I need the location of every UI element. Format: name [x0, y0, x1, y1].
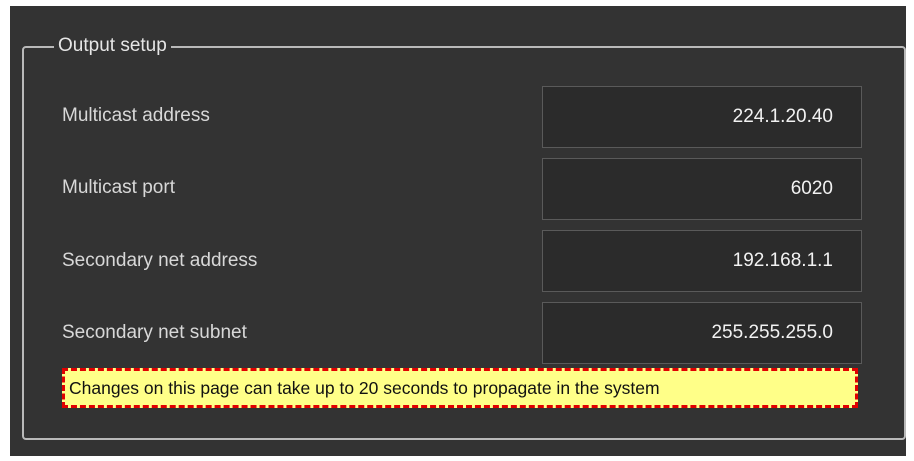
multicast-address-label: Multicast address — [62, 105, 210, 126]
multicast-address-input[interactable] — [542, 86, 862, 148]
secondary-net-address-input[interactable] — [542, 230, 862, 292]
multicast-port-label: Multicast port — [62, 177, 175, 198]
secondary-net-subnet-input[interactable] — [542, 302, 862, 364]
propagation-warning: Changes on this page can take up to 20 s… — [62, 368, 858, 408]
secondary-net-subnet-label: Secondary net subnet — [62, 322, 247, 343]
secondary-net-address-label: Secondary net address — [62, 250, 258, 271]
settings-panel: Output setup Multicast address Multicast… — [10, 6, 906, 456]
multicast-port-input[interactable] — [542, 158, 862, 220]
group-title: Output setup — [54, 34, 171, 58]
